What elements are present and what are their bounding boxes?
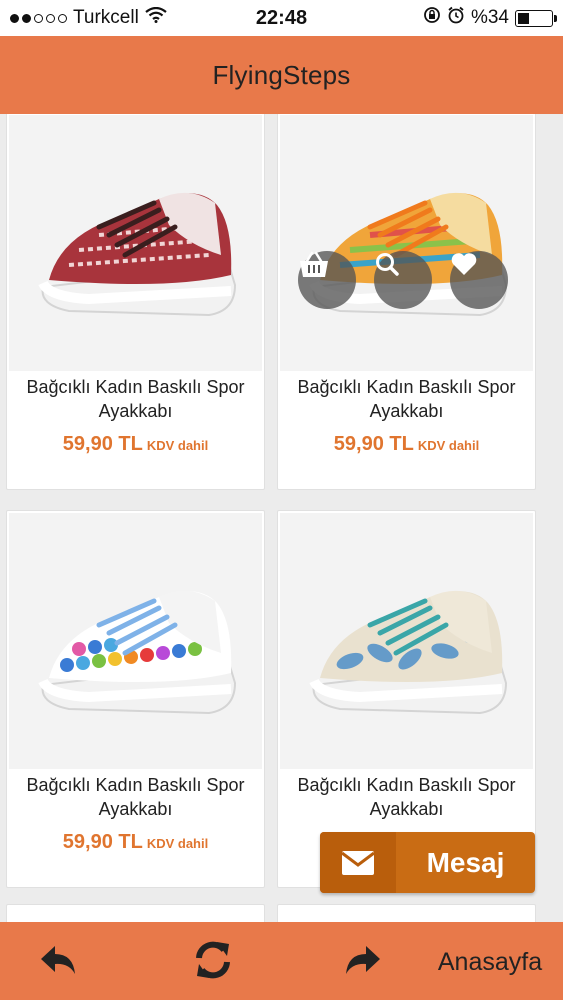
product-price-row: 59,90 TL KDV dahil — [7, 433, 264, 456]
wifi-icon — [145, 6, 167, 29]
clock: 22:48 — [255, 6, 308, 29]
forward-button[interactable] — [342, 944, 384, 980]
product-image[interactable] — [9, 115, 262, 371]
page-title: FlyingSteps — [212, 59, 351, 90]
product-price-row: 59,90 TL KDV dahil — [7, 831, 264, 854]
battery-percent: %34 — [470, 7, 509, 28]
product-price-row: 59,90 TL KDV dahil — [278, 433, 535, 456]
signal-strength-icon — [10, 13, 67, 23]
product-image[interactable] — [9, 513, 262, 769]
carrier-name: Turkcell — [73, 7, 139, 28]
back-button[interactable] — [38, 944, 78, 980]
status-bar: Turkcell 22:48 %34 — [0, 0, 563, 36]
product-title[interactable]: Bağcıklı Kadın Baskılı Spor Ayakkabı — [11, 375, 260, 423]
home-button[interactable]: Anasayfa — [426, 944, 554, 980]
product-card[interactable]: Bağcıklı Kadın Baskılı Spor Ayakkabı 59,… — [6, 114, 265, 490]
carrier-info: Turkcell — [10, 6, 200, 29]
product-price: 59,90 TL — [62, 433, 143, 455]
refresh-icon — [191, 938, 235, 987]
tax-note: KDV dahil — [417, 438, 480, 453]
product-card[interactable] — [6, 904, 265, 922]
product-title[interactable]: Bağcıklı Kadın Baskılı Spor Ayakkabı — [282, 773, 531, 821]
product-title[interactable]: Bağcıklı Kadın Baskılı Spor Ayakkabı — [282, 375, 531, 423]
product-grid: Bağcıklı Kadın Baskılı Spor Ayakkabı 59,… — [0, 114, 563, 922]
reply-arrow-icon — [39, 944, 77, 981]
home-label: Anasayfa — [437, 947, 543, 976]
bottom-nav-bar: Anasayfa — [0, 922, 563, 1000]
product-price: 59,90 TL — [333, 433, 414, 455]
refresh-button[interactable] — [190, 940, 236, 984]
rotation-lock-icon — [423, 6, 441, 30]
app-header: FlyingSteps — [0, 36, 563, 114]
product-price: 59,90 TL — [62, 831, 143, 853]
product-image[interactable] — [280, 115, 533, 371]
add-to-basket-button[interactable] — [298, 251, 356, 309]
product-image[interactable] — [280, 513, 533, 769]
product-title[interactable]: Bağcıklı Kadın Baskılı Spor Ayakkabı — [11, 773, 260, 821]
message-button[interactable]: Mesaj — [320, 832, 535, 893]
alarm-icon — [447, 6, 465, 30]
message-button-label: Mesaj — [426, 846, 505, 878]
tax-note: KDV dahil — [146, 836, 209, 851]
add-to-favorites-button[interactable] — [450, 251, 508, 309]
product-card[interactable]: Bağcıklı Kadın Baskılı Spor Ayakkabı 59,… — [277, 114, 536, 490]
quick-view-button[interactable] — [374, 251, 432, 309]
forward-arrow-icon — [344, 944, 382, 981]
product-card[interactable]: Bağcıklı Kadın Baskılı Spor Ayakkabı 59,… — [6, 510, 265, 888]
battery-icon — [515, 9, 557, 27]
product-card[interactable] — [277, 904, 536, 922]
envelope-icon — [320, 832, 396, 893]
tax-note: KDV dahil — [146, 438, 209, 453]
